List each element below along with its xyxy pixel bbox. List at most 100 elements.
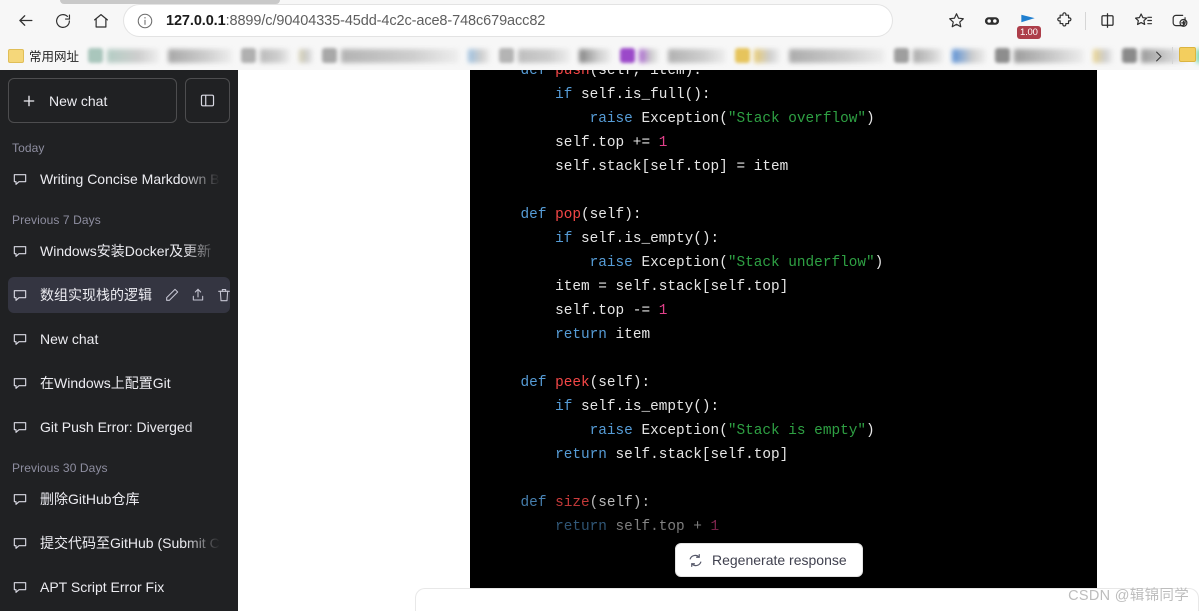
- back-arrow-icon[interactable]: [8, 4, 42, 38]
- sidebar-item[interactable]: Git Push Error: Diverged: [8, 409, 230, 445]
- bookmark-label-blurred: [952, 48, 987, 63]
- sidebar-item-label: 提交代码至GitHub (Submit Co: [40, 535, 220, 551]
- sidebar-item[interactable]: 在Windows上配置Git: [8, 365, 230, 401]
- reload-icon[interactable]: [46, 4, 80, 38]
- bookmark-label-blurred: [168, 48, 233, 63]
- bookmark-item[interactable]: [499, 45, 571, 67]
- code-token: (self):: [581, 207, 642, 223]
- sidebar-group-label: Previous 7 Days: [12, 213, 101, 227]
- chat-bubble-icon: [12, 331, 28, 347]
- add-tab-group-icon[interactable]: [1161, 4, 1197, 38]
- share-chat-icon[interactable]: [190, 287, 206, 303]
- sidebar-group-label: Previous 30 Days: [12, 461, 108, 475]
- favorites-star-icon[interactable]: [938, 4, 974, 38]
- bookmark-item[interactable]: [735, 45, 781, 67]
- code-token: raise: [589, 111, 642, 127]
- regenerate-response-button[interactable]: Regenerate response: [675, 543, 863, 577]
- code-token: "Stack underflow": [727, 255, 875, 271]
- bookmark-label-blurred: [639, 48, 660, 63]
- favorites-list-icon[interactable]: [1125, 4, 1161, 38]
- bookmark-item[interactable]: [1093, 45, 1114, 67]
- code-token: self.is_empty():: [581, 231, 720, 247]
- code-token: "Stack overflow": [727, 111, 867, 127]
- edit-chat-icon[interactable]: [164, 287, 180, 303]
- sidebar-item[interactable]: New chat: [8, 321, 230, 357]
- bookmark-item[interactable]: [894, 45, 944, 67]
- sidebar-item-actions: [164, 287, 230, 303]
- bookmark-item[interactable]: [241, 45, 291, 67]
- bookmark-label-blurred: [1093, 48, 1114, 63]
- code-token: (self, item):: [589, 70, 702, 79]
- info-circle-icon[interactable]: [136, 12, 154, 30]
- extensions-puzzle-icon[interactable]: [1046, 4, 1082, 38]
- delete-chat-icon[interactable]: [216, 287, 230, 303]
- read-aloud-icon[interactable]: [974, 4, 1010, 38]
- bookmark-item[interactable]: [168, 45, 233, 67]
- bookmarks-end-folder-icon[interactable]: [1179, 47, 1196, 62]
- bookmark-favicon: [1122, 48, 1138, 63]
- toolbar-divider: [1085, 11, 1086, 30]
- code-token: return: [555, 447, 616, 463]
- bookmark-item[interactable]: [322, 45, 460, 67]
- sidebar-toggle-icon[interactable]: [185, 78, 230, 123]
- bookmark-item[interactable]: [620, 45, 660, 67]
- code-token: ): [866, 423, 875, 439]
- bookmark-item[interactable]: [789, 45, 886, 67]
- code-line: if self.is_empty():: [486, 231, 719, 247]
- code-token: return: [555, 327, 616, 343]
- page-viewport: New chat Today Writing Concise Markdown B…: [0, 70, 1199, 611]
- sidebar-item-label: Git Push Error: Diverged: [40, 419, 193, 435]
- sidebar-item[interactable]: 提交代码至GitHub (Submit Co: [8, 525, 230, 561]
- bookmarks-bar: 常用网址 Dispos...: [0, 41, 1199, 70]
- code-line: raise Exception("Stack underflow"): [486, 255, 884, 271]
- chat-bubble-icon: [12, 171, 28, 187]
- blurred-bookmark-group[interactable]: [88, 45, 1199, 67]
- new-chat-button[interactable]: New chat: [8, 78, 177, 123]
- collections-flag-icon[interactable]: 1.00: [1010, 4, 1046, 39]
- bookmark-label-blurred: [341, 48, 460, 63]
- sidebar-item[interactable]: APT Script Error Fix: [8, 569, 230, 605]
- bookmark-item[interactable]: [668, 45, 727, 67]
- bookmark-item[interactable]: [468, 45, 491, 67]
- bookmark-common-urls[interactable]: 常用网址: [8, 45, 79, 67]
- bookmark-item[interactable]: [299, 45, 314, 67]
- code-token: def: [520, 207, 556, 223]
- bookmark-item[interactable]: [88, 45, 160, 67]
- bookmarks-divider: [1172, 47, 1173, 64]
- bookmark-favicon: [735, 48, 751, 63]
- sidebar-item-label: 在Windows上配置Git: [40, 375, 171, 391]
- home-icon[interactable]: [84, 4, 118, 38]
- code-line: raise Exception("Stack overflow"): [486, 111, 875, 127]
- sidebar-item[interactable]: Windows安装Docker及更新: [8, 233, 230, 269]
- plus-icon: [21, 93, 37, 109]
- sidebar-item-label: 数组实现栈的逻辑: [40, 287, 152, 303]
- sidebar-item[interactable]: 删除GitHub仓库: [8, 481, 230, 517]
- bookmark-label-blurred: [518, 48, 571, 63]
- bookmark-favicon: [322, 48, 338, 63]
- sidebar-item[interactable]: Writing Concise Markdown Blo: [8, 161, 230, 197]
- code-token: def: [520, 70, 556, 79]
- split-screen-icon[interactable]: [1089, 4, 1125, 38]
- bookmark-label-blurred: [789, 48, 886, 63]
- sidebar-item-active[interactable]: 数组实现栈的逻辑: [8, 277, 230, 313]
- code-token: raise: [589, 423, 642, 439]
- code-line: def push(self, item):: [486, 70, 702, 79]
- url-host: 127.0.0.1: [166, 12, 226, 29]
- address-bar[interactable]: 127.0.0.1:8899/c/90404335-45dd-4c2c-ace8…: [124, 5, 892, 36]
- bookmark-item[interactable]: [579, 45, 612, 67]
- bookmark-item[interactable]: [995, 45, 1085, 67]
- code-token: item: [615, 327, 651, 343]
- bookmark-item[interactable]: [952, 45, 987, 67]
- bookmark-label-blurred: [260, 48, 291, 63]
- code-token: Exception(: [641, 255, 728, 271]
- sidebar-item-label: APT Script Error Fix: [40, 579, 165, 595]
- code-token: self.top -=: [486, 303, 659, 319]
- chevron-right-icon[interactable]: [1147, 45, 1169, 67]
